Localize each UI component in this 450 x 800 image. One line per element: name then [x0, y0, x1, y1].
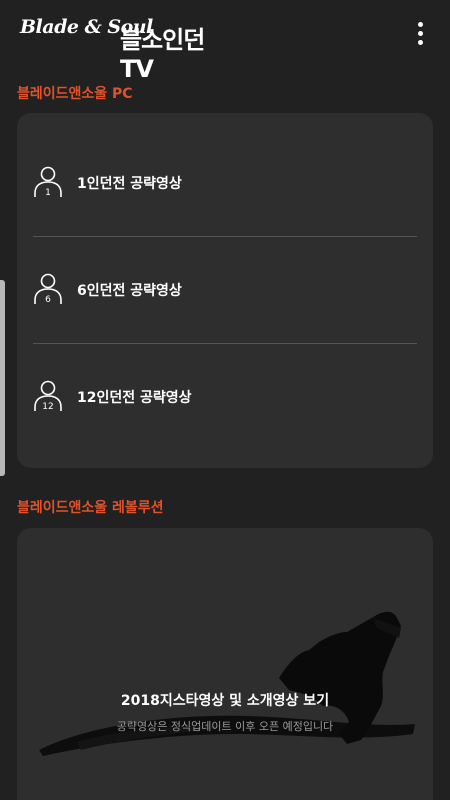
item-badge: 1	[45, 188, 51, 198]
pc-dungeon-card: 1 1인던전 공략영상 6 6인던전 공략영상 12 12인던전 공략영상	[17, 113, 433, 468]
app-title: 블소인던TV	[120, 26, 205, 83]
app-logo[interactable]: Blade & Soul 블소인던TV	[20, 16, 220, 83]
revolution-video-card[interactable]: 2018지스타영상 및 소개영상 보기 공략영상은 정식업데이트 이후 오픈 예…	[17, 528, 433, 800]
section-title-revolution: 블레이드앤소울 레볼루션	[17, 500, 164, 516]
list-item-dungeon-1[interactable]: 1 1인던전 공략영상	[17, 138, 433, 228]
banner-title: 2018지스타영상 및 소개영상 보기	[120, 693, 330, 709]
item-badge: 6	[45, 295, 51, 305]
edge-scroll-handle[interactable]	[0, 280, 5, 476]
person-icon: 6	[34, 273, 62, 305]
app-header: Blade & Soul 블소인던TV	[0, 0, 450, 83]
person-icon: 12	[34, 380, 62, 412]
banner-subtitle: 공략영상은 정식업데이트 이후 오픈 예정입니다	[116, 720, 334, 733]
item-label: 12인던전 공략영상	[77, 390, 192, 406]
more-vertical-icon[interactable]	[410, 22, 430, 52]
app-screen: Blade & Soul 블소인던TV 블레이드앤소울 PC 1 1인던전 공략…	[0, 0, 450, 800]
warrior-silhouette-image	[39, 611, 415, 756]
list-item-dungeon-12[interactable]: 12 12인던전 공략영상	[17, 352, 433, 442]
divider	[33, 236, 417, 237]
person-icon: 1	[34, 166, 62, 198]
item-badge: 12	[42, 402, 53, 412]
item-label: 6인던전 공략영상	[77, 283, 182, 299]
list-item-dungeon-6[interactable]: 6 6인던전 공략영상	[17, 245, 433, 335]
divider	[33, 343, 417, 344]
section-title-pc: 블레이드앤소울 PC	[17, 86, 133, 102]
item-label: 1인던전 공략영상	[77, 176, 182, 192]
